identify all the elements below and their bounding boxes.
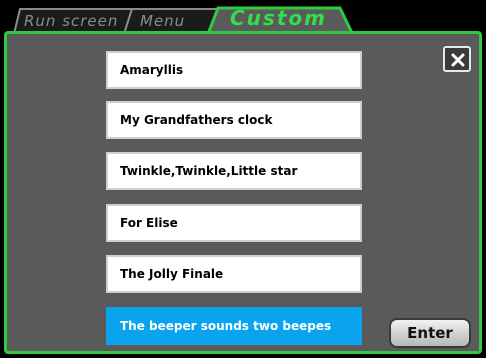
song-item-grandfathers-clock[interactable]: My Grandfathers clock (106, 101, 362, 139)
close-button[interactable] (443, 46, 471, 72)
tab-custom[interactable]: Custom (230, 7, 327, 29)
song-item-twinkle[interactable]: Twinkle,Twinkle,Little star (106, 152, 362, 190)
song-item-amaryllis[interactable]: Amaryllis (106, 51, 362, 89)
close-icon (451, 53, 465, 67)
tab-run-screen[interactable]: Run screen (24, 10, 118, 32)
song-item-jolly-finale[interactable]: The Jolly Finale (106, 255, 362, 293)
song-item-two-beeps[interactable]: The beeper sounds two beepes (106, 307, 362, 345)
tab-menu[interactable]: Menu (140, 10, 185, 32)
song-item-for-elise[interactable]: For Elise (106, 204, 362, 242)
enter-button[interactable]: Enter (389, 318, 471, 348)
